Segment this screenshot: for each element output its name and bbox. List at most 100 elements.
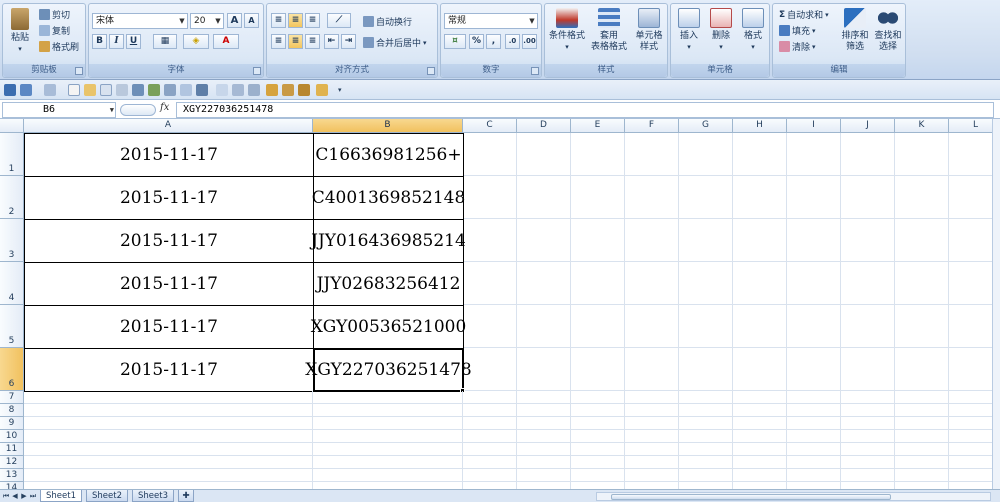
- cell-a4[interactable]: 2015-11-17: [24, 262, 314, 306]
- cell[interactable]: [733, 348, 787, 391]
- decrease-decimal-button[interactable]: .00: [522, 34, 537, 49]
- cell[interactable]: [463, 176, 517, 219]
- redo-icon[interactable]: [44, 84, 56, 96]
- cell[interactable]: [787, 219, 841, 262]
- cell[interactable]: [625, 219, 679, 262]
- cell[interactable]: [571, 456, 625, 469]
- align-bottom-button[interactable]: ≡: [305, 13, 320, 28]
- insert-function-button[interactable]: fx: [160, 102, 169, 113]
- cell[interactable]: [733, 391, 787, 404]
- cell[interactable]: [517, 262, 571, 305]
- align-middle-button[interactable]: ≡: [288, 13, 303, 28]
- increase-decimal-button[interactable]: .0: [505, 34, 520, 49]
- align-top-button[interactable]: ≡: [271, 13, 286, 28]
- row-header-7[interactable]: 7: [0, 391, 24, 404]
- currency-button[interactable]: ¤: [444, 34, 466, 49]
- cell[interactable]: [841, 417, 895, 430]
- row-header-6[interactable]: 6: [0, 348, 24, 391]
- autosum-button[interactable]: Σ 自动求和 ▾: [779, 8, 829, 22]
- cell[interactable]: [571, 305, 625, 348]
- cell[interactable]: [895, 443, 949, 456]
- increase-indent-button[interactable]: ⇥: [341, 34, 356, 49]
- cell[interactable]: [24, 443, 313, 456]
- cell[interactable]: [895, 176, 949, 219]
- formula-bar-expander[interactable]: [120, 104, 156, 116]
- cell[interactable]: [463, 469, 517, 482]
- tools-icon[interactable]: [316, 84, 328, 96]
- prev-sheet-icon[interactable]: ◀: [11, 491, 19, 501]
- row-header-12[interactable]: 12: [0, 456, 24, 469]
- cell[interactable]: [679, 348, 733, 391]
- underline-button[interactable]: U: [126, 34, 141, 49]
- cell[interactable]: [895, 417, 949, 430]
- cell[interactable]: [313, 391, 463, 404]
- grow-font-button[interactable]: A: [227, 13, 242, 28]
- column-header-d[interactable]: D: [517, 119, 571, 133]
- cell[interactable]: [841, 133, 895, 176]
- cell[interactable]: [571, 443, 625, 456]
- grid-icon[interactable]: [164, 84, 176, 96]
- cell[interactable]: [463, 404, 517, 417]
- cell[interactable]: [313, 482, 463, 489]
- alignment-launcher[interactable]: [427, 67, 435, 75]
- cell[interactable]: [625, 262, 679, 305]
- cell[interactable]: [733, 176, 787, 219]
- cell-b3[interactable]: JJY016436985214: [311, 219, 466, 263]
- orientation-button[interactable]: ⟋: [327, 13, 351, 28]
- cell[interactable]: [733, 417, 787, 430]
- column-header-b[interactable]: B: [313, 119, 463, 133]
- cell[interactable]: [895, 219, 949, 262]
- cell[interactable]: [24, 469, 313, 482]
- format-painter-button[interactable]: 格式刷: [39, 40, 79, 53]
- paste-special-icon[interactable]: [282, 84, 294, 96]
- cell[interactable]: [787, 305, 841, 348]
- cell[interactable]: [463, 482, 517, 489]
- row-header-4[interactable]: 4: [0, 262, 24, 305]
- comma-button[interactable]: ,: [486, 34, 501, 49]
- cell[interactable]: [571, 430, 625, 443]
- border-button[interactable]: ▦: [153, 34, 177, 49]
- cell[interactable]: [733, 430, 787, 443]
- cell[interactable]: [517, 430, 571, 443]
- cell[interactable]: [625, 482, 679, 489]
- chart-icon[interactable]: [148, 84, 160, 96]
- cell[interactable]: [787, 417, 841, 430]
- print-preview-icon[interactable]: [100, 84, 112, 96]
- row-header-10[interactable]: 10: [0, 430, 24, 443]
- cell[interactable]: [895, 469, 949, 482]
- cell[interactable]: [841, 469, 895, 482]
- clipboard-launcher[interactable]: [75, 67, 83, 75]
- sheet-tab-1[interactable]: Sheet1: [40, 490, 82, 502]
- cell[interactable]: [625, 133, 679, 176]
- delete-button[interactable]: 删除 ▾: [706, 8, 736, 53]
- first-sheet-icon[interactable]: ⏮: [2, 491, 10, 501]
- cell[interactable]: [679, 133, 733, 176]
- cell[interactable]: [679, 456, 733, 469]
- bold-button[interactable]: B: [92, 34, 107, 49]
- cell[interactable]: [24, 404, 313, 417]
- cell[interactable]: [679, 443, 733, 456]
- cell[interactable]: [895, 391, 949, 404]
- cell[interactable]: [841, 219, 895, 262]
- cell-styles-button[interactable]: 单元格 样式: [631, 8, 667, 53]
- cell[interactable]: [733, 456, 787, 469]
- cell[interactable]: [787, 391, 841, 404]
- cell[interactable]: [895, 305, 949, 348]
- cell[interactable]: [313, 469, 463, 482]
- save-icon[interactable]: [4, 84, 16, 96]
- cell[interactable]: [625, 430, 679, 443]
- cell[interactable]: [733, 443, 787, 456]
- horizontal-scroll-thumb[interactable]: [611, 494, 891, 500]
- column-header-h[interactable]: H: [733, 119, 787, 133]
- cell[interactable]: [313, 456, 463, 469]
- cell[interactable]: [841, 482, 895, 489]
- merge-center-button[interactable]: 合并后居中 ▾: [363, 36, 427, 49]
- cell[interactable]: [625, 176, 679, 219]
- cell[interactable]: [463, 219, 517, 262]
- cell[interactable]: [24, 417, 313, 430]
- horizontal-scrollbar[interactable]: [596, 492, 991, 501]
- cell[interactable]: [625, 305, 679, 348]
- column-header-g[interactable]: G: [679, 119, 733, 133]
- cell[interactable]: [625, 348, 679, 391]
- next-sheet-icon[interactable]: ▶: [20, 491, 28, 501]
